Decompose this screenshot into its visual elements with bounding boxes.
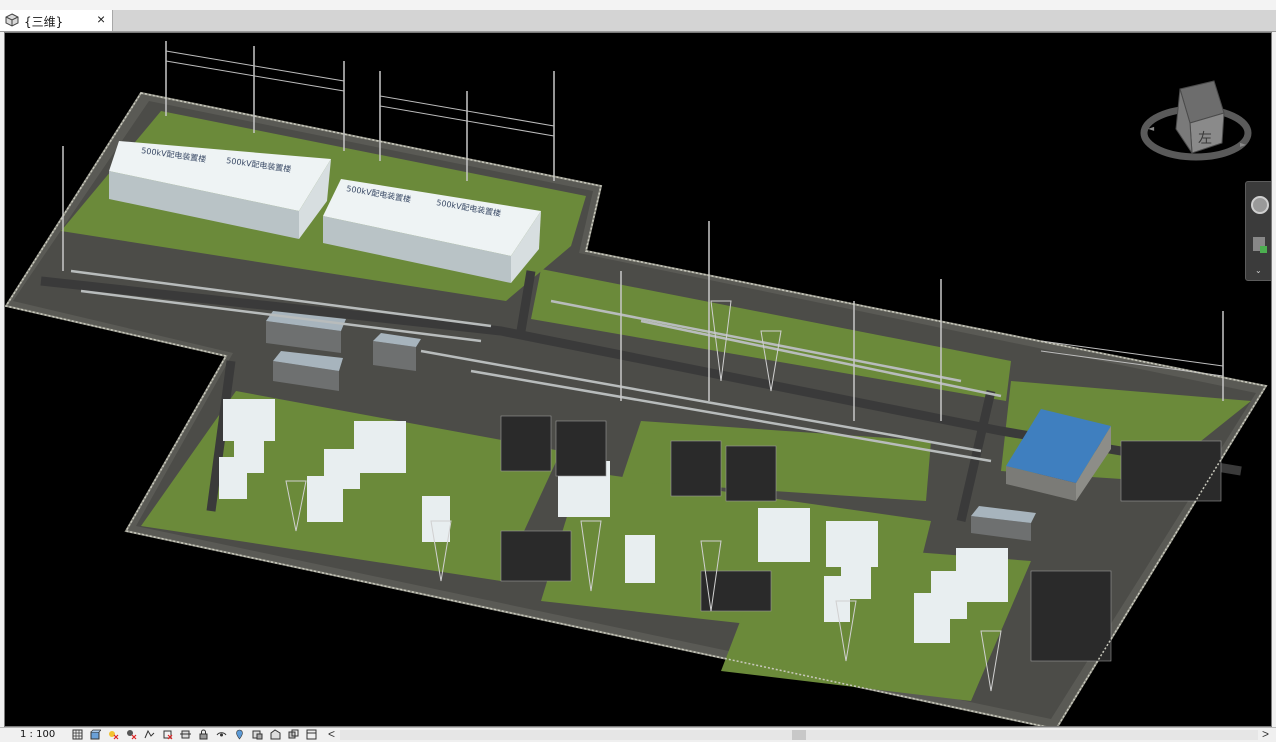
highlight-displacement-icon[interactable] (288, 729, 299, 740)
worksharing-display-icon[interactable] (252, 729, 263, 740)
horizontal-scrollbar[interactable] (340, 730, 1258, 740)
svg-text:►: ► (1240, 140, 1247, 149)
crop-region-icon[interactable] (180, 729, 191, 740)
temporary-hide-icon[interactable] (216, 729, 227, 740)
sun-path-icon[interactable] (108, 729, 119, 740)
visual-style-icon[interactable] (90, 729, 101, 740)
3d-viewport[interactable]: 500kV配电装置楼 500kV配电装置楼 500kV配电装置楼 500kV配电… (4, 32, 1272, 727)
analytical-model-icon[interactable] (270, 729, 281, 740)
scroll-left-button[interactable]: < (328, 727, 335, 741)
detail-level-icon[interactable] (72, 729, 83, 740)
scrollbar-thumb[interactable] (792, 730, 806, 740)
view-control-bar: 1 : 100 < > (0, 727, 1276, 742)
constraints-icon[interactable] (306, 729, 317, 740)
3d-view-icon (5, 13, 19, 27)
lock-3d-view-icon[interactable] (198, 729, 209, 740)
close-icon[interactable]: × (97, 11, 105, 27)
tab-title: {三维} (24, 15, 64, 29)
navbar-options-icon[interactable]: ⌄ (1255, 267, 1262, 275)
svg-text:◄: ◄ (1148, 124, 1155, 133)
steering-wheel-icon[interactable] (1251, 196, 1269, 214)
shadows-icon[interactable] (126, 729, 137, 740)
viewcube[interactable]: 左 ◄ ► (1136, 71, 1256, 176)
view-tab-3d[interactable]: {三维} × (0, 10, 113, 31)
tab-strip (0, 10, 1276, 32)
viewcube-face-label: 左 (1198, 131, 1212, 147)
crop-view-icon[interactable] (162, 729, 173, 740)
reveal-hidden-icon[interactable] (234, 729, 245, 740)
render-icon[interactable] (144, 729, 155, 740)
substation-model[interactable]: 500kV配电装置楼 500kV配电装置楼 500kV配电装置楼 500kV配电… (4, 32, 1272, 727)
navigation-bar[interactable]: ⌄ (1245, 181, 1271, 281)
scroll-right-button[interactable]: > (1262, 727, 1269, 741)
scale-readout[interactable]: 1 : 100 (20, 729, 55, 740)
zoom-icon[interactable] (1253, 237, 1267, 253)
